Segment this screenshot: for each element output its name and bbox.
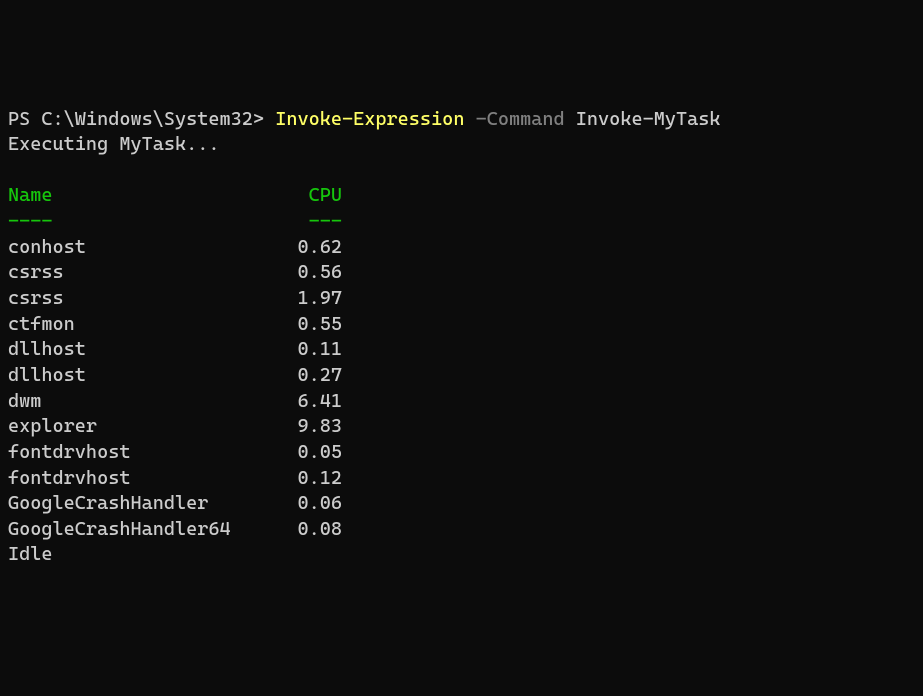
process-name: dwm [8, 389, 275, 415]
column-header-cpu: CPU [275, 183, 342, 209]
table-row: Idle [8, 543, 342, 565]
process-name: GoogleCrashHandler64 [8, 517, 275, 543]
process-name: dllhost [8, 363, 275, 389]
process-name: explorer [8, 414, 275, 440]
table-row: dllhost0.27 [8, 364, 342, 386]
table-row: dwm6.41 [8, 390, 342, 412]
column-underline-name: ---- [8, 209, 275, 235]
process-name: GoogleCrashHandler [8, 491, 275, 517]
process-cpu: 0.27 [275, 363, 342, 389]
process-name: Idle [8, 542, 275, 568]
process-cpu: 0.06 [275, 491, 342, 517]
table-row: conhost0.62 [8, 236, 342, 258]
process-cpu: 0.11 [275, 337, 342, 363]
process-cpu: 1.97 [275, 286, 342, 312]
table-row: GoogleCrashHandler640.08 [8, 518, 342, 540]
process-name: fontdrvhost [8, 440, 275, 466]
process-cpu: 0.08 [275, 517, 342, 543]
table-row: fontdrvhost0.12 [8, 467, 342, 489]
table-row: csrss1.97 [8, 287, 342, 309]
process-name: dllhost [8, 337, 275, 363]
parameter-name: -Command [464, 108, 575, 130]
execution-message: Executing MyTask... [8, 133, 220, 155]
process-cpu: 0.12 [275, 466, 342, 492]
column-header-name: Name [8, 183, 275, 209]
table-row: dllhost0.11 [8, 338, 342, 360]
table-row: GoogleCrashHandler0.06 [8, 492, 342, 514]
argument-value: Invoke-MyTask [576, 108, 721, 130]
cmdlet-name: Invoke-Expression [275, 108, 464, 130]
column-underline-row: ---- --- [8, 210, 342, 232]
prompt-prefix: PS C:\Windows\System32> [8, 108, 275, 130]
prompt-line: PS C:\Windows\System32> Invoke-Expressio… [8, 108, 721, 130]
process-cpu: 0.05 [275, 440, 342, 466]
process-name: csrss [8, 286, 275, 312]
process-cpu: 6.41 [275, 389, 342, 415]
table-row: ctfmon0.55 [8, 313, 342, 335]
column-underline-cpu: --- [275, 209, 342, 235]
table-row: fontdrvhost0.05 [8, 441, 342, 463]
process-name: fontdrvhost [8, 466, 275, 492]
process-name: conhost [8, 235, 275, 261]
process-table-body: conhost0.62 csrss0.56 csrss1.97 ctfmon0.… [8, 235, 915, 568]
table-row: explorer9.83 [8, 415, 342, 437]
process-cpu: 0.55 [275, 312, 342, 338]
terminal-output[interactable]: PS C:\Windows\System32> Invoke-Expressio… [8, 107, 915, 569]
process-cpu: 9.83 [275, 414, 342, 440]
process-name: ctfmon [8, 312, 275, 338]
table-row: csrss0.56 [8, 261, 342, 283]
process-name: csrss [8, 260, 275, 286]
column-header-row: Name CPU [8, 184, 342, 206]
process-cpu: 0.62 [275, 235, 342, 261]
process-cpu: 0.56 [275, 260, 342, 286]
